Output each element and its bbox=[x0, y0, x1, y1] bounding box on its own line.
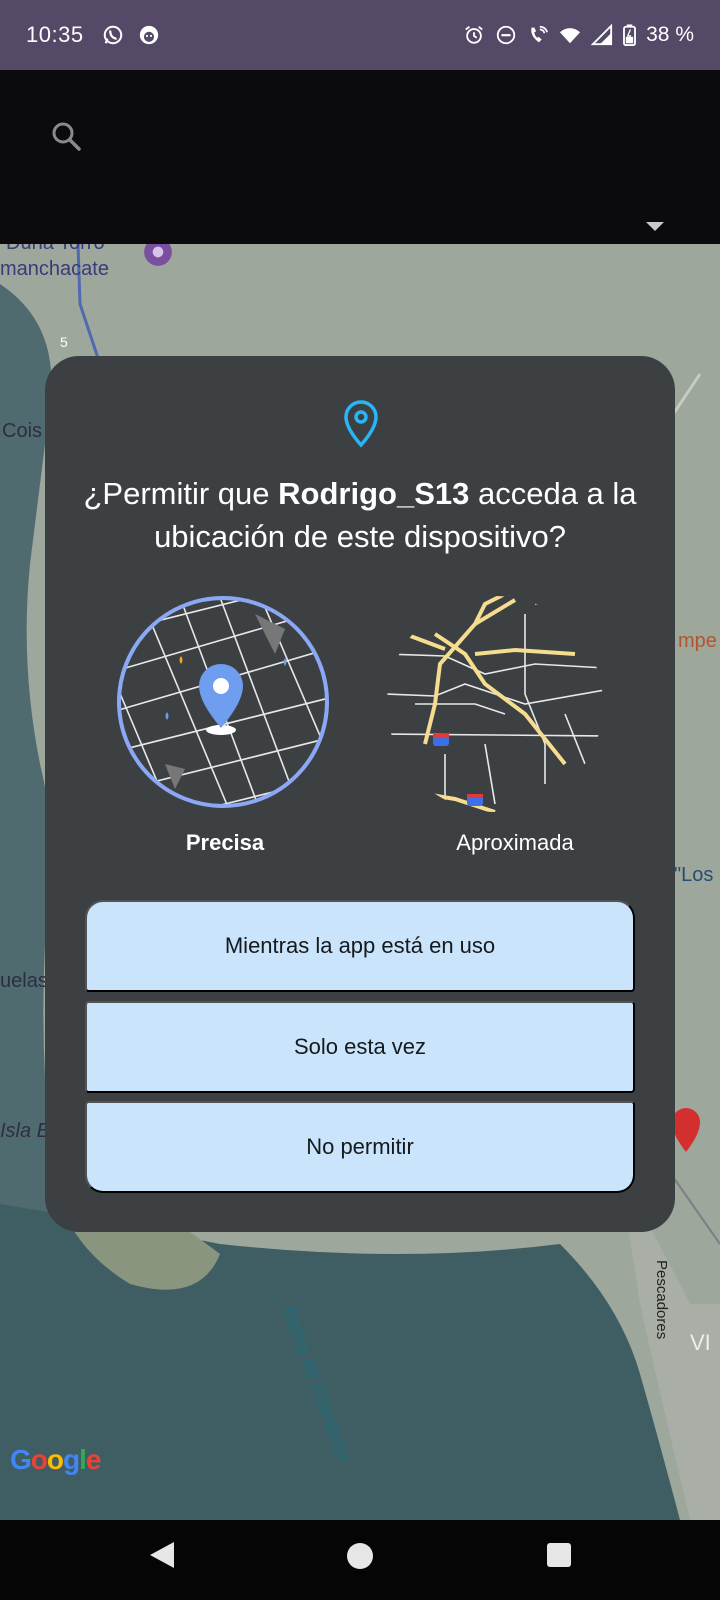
alarm-icon bbox=[465, 26, 483, 44]
location-permission-dialog: ¿Permitir que Rodrigo_S13 acceda a la ub… bbox=[45, 356, 675, 1232]
triangle-down-icon[interactable] bbox=[646, 220, 664, 232]
search-icon[interactable] bbox=[50, 120, 82, 152]
wifi-call-icon bbox=[531, 25, 549, 43]
approximate-location-option[interactable] bbox=[385, 594, 605, 814]
allow-only-this-time-button[interactable]: Solo esta vez bbox=[85, 1001, 635, 1093]
home-icon[interactable] bbox=[346, 1542, 374, 1570]
battery-percentage: 38 % bbox=[646, 23, 694, 46]
map-label-duna: Duna Torro bbox=[6, 244, 105, 255]
app-face-icon bbox=[139, 25, 158, 45]
wifi-icon bbox=[560, 28, 581, 44]
system-nav-bar bbox=[0, 1520, 720, 1600]
map-label-cois: Cois bbox=[2, 420, 43, 442]
map-label-isla: Isla E bbox=[0, 1120, 51, 1142]
battery-icon bbox=[623, 24, 637, 46]
map-label-road-5: 5 bbox=[60, 334, 68, 350]
dialog-app-name: Rodrigo_S13 bbox=[278, 476, 470, 511]
map-label-manchacate: manchacate bbox=[0, 258, 109, 280]
precise-option-label: Precisa bbox=[185, 830, 265, 855]
status-bar: 10:35 38 % bbox=[0, 0, 720, 70]
status-notification-icons bbox=[102, 24, 160, 46]
map-label-uelas: uelas bbox=[0, 970, 48, 992]
map-label-mpe: mpe bbox=[678, 630, 717, 652]
approximate-option-label: Aproximada bbox=[456, 830, 574, 855]
map-label-pescadores: Pescadores bbox=[653, 1260, 670, 1340]
dialog-title: ¿Permitir que Rodrigo_S13 acceda a la ub… bbox=[83, 476, 637, 554]
status-time: 10:35 bbox=[26, 22, 84, 47]
location-pin-icon bbox=[344, 400, 378, 448]
google-logo: Google bbox=[10, 1444, 101, 1475]
recents-icon[interactable] bbox=[546, 1542, 572, 1568]
map-label-vi: VI bbox=[690, 1330, 711, 1355]
allow-while-in-use-button[interactable]: Mientras la app está en uso bbox=[85, 900, 635, 992]
map-poi-icon[interactable] bbox=[142, 244, 174, 268]
app-top-bar bbox=[0, 70, 720, 244]
back-icon[interactable] bbox=[148, 1540, 176, 1570]
precise-location-option[interactable] bbox=[115, 594, 331, 810]
dnd-icon bbox=[496, 25, 516, 45]
signal-icon bbox=[591, 24, 613, 46]
map-label-los: "Los bbox=[674, 864, 714, 886]
whatsapp-icon bbox=[103, 25, 122, 45]
status-system-icons: 38 % bbox=[463, 23, 694, 47]
deny-button[interactable]: No permitir bbox=[85, 1101, 635, 1193]
